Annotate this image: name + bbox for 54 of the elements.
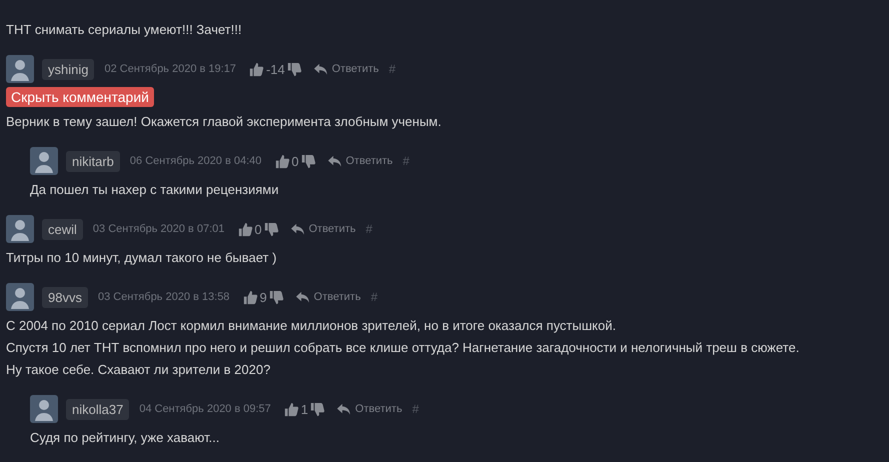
thumbs-down-icon[interactable]: [268, 290, 284, 304]
reply-button[interactable]: Ответить: [328, 155, 393, 167]
avatar-icon: [6, 283, 34, 311]
comment-text: Титры по 10 минут, думал такого не бывает ): [6, 249, 278, 267]
vote-score: 1: [300, 402, 308, 416]
username-badge[interactable]: yshinig: [42, 58, 94, 80]
username-badge[interactable]: cewil: [42, 218, 83, 240]
username-badge[interactable]: 98vvs: [42, 286, 88, 308]
thumbs-down-icon[interactable]: [310, 402, 326, 416]
reply-button[interactable]: Ответить: [337, 403, 402, 415]
comment-text: Да пошел ты нахер с такими рецензиями: [30, 181, 280, 199]
anchor-link[interactable]: #: [370, 290, 378, 304]
reply-button[interactable]: Ответить: [314, 63, 379, 75]
thumbs-up-icon[interactable]: [284, 402, 299, 416]
anchor-link[interactable]: #: [388, 62, 396, 76]
comment-text: С 2004 по 2010 сериал Лост кормил внимание миллионов зрителей, но в итоге оказался пустышкой.: [6, 317, 617, 335]
anchor-link[interactable]: #: [412, 402, 419, 416]
vote-score: 9: [260, 290, 267, 304]
thumbs-up-icon[interactable]: [238, 222, 252, 236]
thumbs-up-icon[interactable]: [242, 290, 258, 304]
avatar-icon: [30, 395, 58, 423]
comment-text: Ну такое себе. Схавают ли зрители в 2020?: [6, 361, 272, 379]
comment-date: 03 Сентябрь 2020 в 13:58: [98, 291, 230, 303]
comment-date: 04 Сентябрь 2020 в 09:57: [139, 403, 271, 415]
avatar-icon: [6, 55, 34, 83]
username-badge[interactable]: nikitarb: [66, 150, 120, 172]
thumbs-down-icon[interactable]: [300, 154, 316, 168]
reply-icon: [328, 155, 342, 167]
comment-text: Верник в тему зашел! Окажется главой эксперимента злобным ученым.: [6, 113, 442, 131]
reply-button[interactable]: Ответить: [290, 223, 356, 235]
comment-date: 03 Сентябрь 2020 в 07:01: [92, 223, 224, 235]
vote-score: 0: [254, 222, 262, 236]
hide-comment-button[interactable]: Скрыть комментарий: [6, 87, 154, 107]
comment-date: 06 Сентябрь 2020 в 04:40: [130, 155, 262, 167]
reply-icon: [290, 223, 305, 235]
username-badge[interactable]: nikolla37: [66, 398, 130, 420]
reply-button[interactable]: Ответить: [296, 291, 361, 303]
reply-icon: [296, 291, 310, 303]
anchor-link[interactable]: #: [366, 222, 372, 236]
comment-date: 02 Сентябрь 2020 в 19:17: [104, 63, 236, 75]
reply-icon: [337, 403, 352, 415]
avatar-icon: [30, 147, 58, 175]
avatar-icon: [6, 215, 34, 243]
thumbs-up-icon[interactable]: [249, 62, 264, 76]
reply-icon: [314, 63, 328, 75]
vote-score: -14: [266, 62, 285, 76]
thumbs-down-icon[interactable]: [264, 222, 279, 236]
vote-score: 0: [292, 154, 299, 168]
thumbs-up-icon[interactable]: [274, 154, 290, 168]
comment-text: Судя по рейтингу, уже хавают...: [30, 429, 220, 447]
comment-text: ТНТ снимать сериалы умеют!!! Зачет!!!: [6, 21, 243, 39]
anchor-link[interactable]: #: [402, 154, 410, 168]
thumbs-down-icon[interactable]: [286, 62, 302, 76]
comment-text: Спустя 10 лет ТНТ вспомнил про него и решил собрать все клише оттуда? Нагнетание загадочности и нелогичный треш в сюжете.: [6, 339, 800, 357]
